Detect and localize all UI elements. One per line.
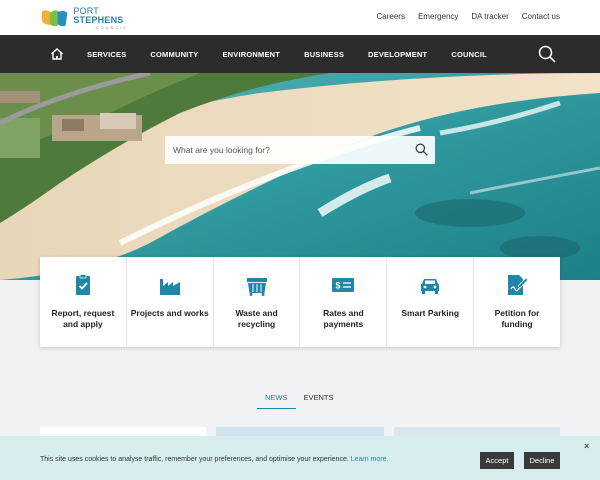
cookie-banner: This site uses cookies to analyse traffi… (0, 436, 600, 480)
emergency-link[interactable]: Emergency (418, 12, 458, 21)
main-nav: SERVICES COMMUNITY ENVIRONMENT BUSINESS … (0, 35, 600, 73)
search-icon[interactable] (415, 143, 428, 156)
nav-item-business[interactable]: BUSINESS (304, 50, 344, 59)
document-sign-icon (508, 275, 529, 295)
quick-link-parking[interactable]: Smart Parking (387, 257, 475, 347)
clipboard-check-icon (75, 274, 90, 295)
cookie-message: This site uses cookies to analyse traffi… (40, 456, 389, 463)
quick-link-petition[interactable]: Petition for funding (474, 257, 560, 347)
factory-icon (159, 279, 180, 295)
logo-mark-icon (41, 10, 68, 27)
top-bar: PORT STEPHENS COUNCIL Careers Emergency … (0, 0, 600, 35)
news-events-tabs: NEWS EVENTS (257, 391, 342, 409)
search-input[interactable] (165, 137, 405, 163)
accept-button[interactable]: Accept (480, 452, 514, 469)
close-icon[interactable]: × (584, 441, 589, 451)
logo-subtitle: COUNCIL (95, 24, 128, 30)
quick-link-rates[interactable]: $ Rates and payments (300, 257, 388, 347)
nav-item-council[interactable]: COUNCIL (451, 50, 487, 59)
quick-link-label: Waste and recycling (235, 308, 278, 329)
tab-news[interactable]: NEWS (257, 391, 296, 409)
quick-link-label: Rates and payments (323, 308, 364, 329)
beach-aerial-image (0, 73, 600, 280)
home-icon[interactable] (50, 47, 64, 61)
tab-events[interactable]: EVENTS (296, 391, 342, 409)
nav-item-environment[interactable]: ENVIRONMENT (222, 50, 280, 59)
hero-banner (0, 73, 600, 280)
decline-button[interactable]: Decline (524, 452, 560, 469)
svg-text:$: $ (336, 281, 341, 291)
skip-bin-icon (246, 278, 267, 296)
careers-link[interactable]: Careers (376, 12, 404, 21)
site-search (165, 136, 435, 164)
dollar-bill-icon: $ (332, 278, 355, 292)
quick-link-label: Projects and works (130, 308, 209, 318)
quick-link-label: Petition for funding (494, 308, 540, 329)
search-icon[interactable] (538, 45, 556, 63)
car-icon (421, 279, 440, 294)
nav-item-development[interactable]: DEVELOPMENT (368, 50, 427, 59)
quick-link-report[interactable]: Report, request and apply (40, 257, 127, 347)
quick-links: Report, request and apply Projects and w… (40, 257, 560, 347)
utility-links: Careers Emergency DA tracker Contact us (376, 12, 560, 21)
nav-item-services[interactable]: SERVICES (87, 50, 126, 59)
learn-more-link[interactable]: Learn more. (351, 456, 389, 463)
quick-link-label: Report, request and apply (51, 308, 115, 329)
da-tracker-link[interactable]: DA tracker (471, 12, 508, 21)
contact-us-link[interactable]: Contact us (522, 12, 560, 21)
port-stephens-logo[interactable]: PORT STEPHENS COUNCIL (40, 6, 150, 30)
nav-item-community[interactable]: COMMUNITY (150, 50, 198, 59)
quick-link-waste[interactable]: Waste and recycling (214, 257, 301, 347)
quick-link-projects[interactable]: Projects and works (127, 257, 214, 347)
logo-name: PORT STEPHENS (73, 5, 124, 25)
quick-link-label: Smart Parking (401, 308, 460, 318)
